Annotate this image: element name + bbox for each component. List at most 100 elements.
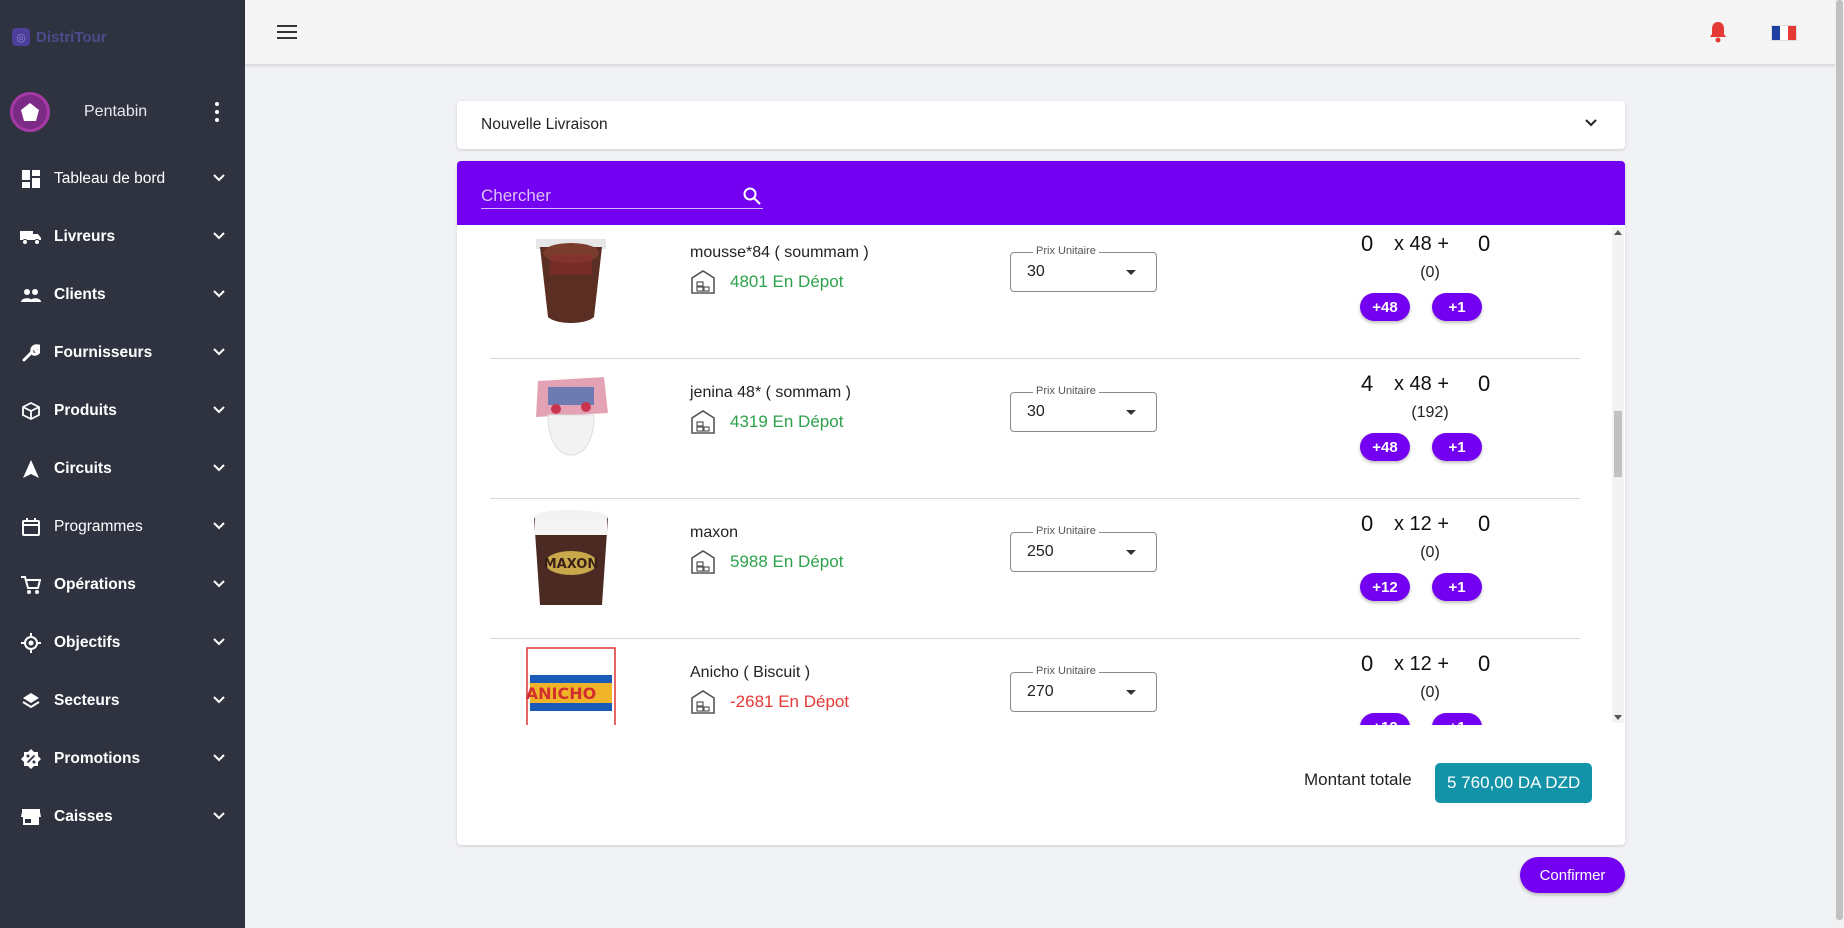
unit-price-select[interactable]: Prix Unitaire 30: [1010, 385, 1157, 432]
sidebar-item-label: Objectifs: [54, 634, 121, 651]
chevron-down-icon: [213, 290, 225, 298]
product-image: ANICHO: [526, 647, 616, 725]
people-icon: [20, 284, 42, 306]
packs-count[interactable]: 0: [1361, 511, 1373, 537]
units-count[interactable]: 0: [1478, 511, 1490, 537]
menu-icon[interactable]: [277, 25, 297, 39]
list-scrollbar[interactable]: [1612, 227, 1624, 723]
price-label: Prix Unitaire: [1033, 245, 1099, 257]
price-value: 270: [1027, 683, 1054, 700]
unit-price-select[interactable]: Prix Unitaire 30: [1010, 245, 1157, 292]
confirm-button[interactable]: Confirmer: [1520, 857, 1625, 893]
sidebar-item-tableau-de-bord[interactable]: Tableau de bord: [0, 150, 245, 208]
chevron-down-icon: [213, 638, 225, 646]
product-image: [536, 239, 606, 323]
units-count[interactable]: 0: [1478, 231, 1490, 257]
product-image: MAXON: [534, 510, 608, 605]
sidebar-item-secteurs[interactable]: Secteurs: [0, 672, 245, 730]
search-bar: [457, 161, 1625, 225]
chevron-down-icon: [213, 812, 225, 820]
sidebar-item-livreurs[interactable]: Livreurs: [0, 208, 245, 266]
search-icon[interactable]: [743, 187, 761, 205]
quantity-total: (0): [1420, 264, 1440, 281]
total-amount-label: Montant totale: [1304, 770, 1412, 789]
sidebar-item-operations[interactable]: Opérations: [0, 556, 245, 614]
add-pack-button[interactable]: +12: [1360, 713, 1410, 725]
quantity-control: 0 x 12 + 0 (0) +12 +1: [1340, 651, 1500, 725]
add-unit-button[interactable]: +1: [1432, 573, 1482, 601]
user-profile: Pentabin: [10, 92, 235, 132]
units-count[interactable]: 0: [1478, 371, 1490, 397]
unit-price-select[interactable]: Prix Unitaire 270: [1010, 665, 1157, 712]
quantity-total: (0): [1420, 684, 1440, 701]
sidebar-item-label: Fournisseurs: [54, 344, 153, 361]
stock-value: 4319 En Dépot: [730, 412, 844, 431]
avatar[interactable]: [10, 92, 50, 132]
search-field: [481, 185, 763, 209]
calendar-icon: [20, 516, 42, 538]
price-label: Prix Unitaire: [1033, 525, 1099, 537]
unit-price-select[interactable]: Prix Unitaire 250: [1010, 525, 1157, 572]
target-icon: [20, 632, 42, 654]
packs-count[interactable]: 4: [1361, 371, 1373, 397]
stock-info: 5988 En Dépot: [690, 549, 843, 575]
page-scrollbar[interactable]: [1835, 0, 1844, 928]
product-name: maxon: [690, 524, 739, 541]
stock-info: -2681 En Dépot: [690, 689, 849, 715]
packs-count[interactable]: 0: [1361, 231, 1373, 257]
sidebar-item-fournisseurs[interactable]: Fournisseurs: [0, 324, 245, 382]
add-pack-button[interactable]: +48: [1360, 293, 1410, 321]
page-scrollbar-thumb[interactable]: [1836, 0, 1843, 920]
warehouse-icon: [691, 410, 715, 434]
quantity-control: 0 x 12 + 0 (0) +12 +1: [1340, 511, 1500, 611]
chevron-down-icon: [213, 464, 225, 472]
sidebar-item-produits[interactable]: Produits: [0, 382, 245, 440]
add-unit-button[interactable]: +1: [1432, 433, 1482, 461]
store-icon: [20, 806, 42, 828]
chevron-down-icon: [213, 348, 225, 356]
dropdown-arrow-icon: [1126, 270, 1136, 275]
pack-multiplier: x 12 +: [1394, 513, 1450, 535]
quantity-total: (0): [1420, 544, 1440, 561]
svg-text:MAXON: MAXON: [544, 557, 599, 572]
sidebar-item-promotions[interactable]: Promotions: [0, 730, 245, 788]
pentagon-icon: [21, 103, 39, 121]
sidebar-item-clients[interactable]: Clients: [0, 266, 245, 324]
sidebar: ◎ DistriTour Pentabin Tableau de bord Li…: [0, 0, 245, 928]
stock-value: 4801 En Dépot: [730, 272, 844, 291]
packs-count[interactable]: 0: [1361, 651, 1373, 677]
sidebar-item-label: Opérations: [54, 576, 136, 593]
accordion-title: Nouvelle Livraison: [481, 116, 608, 133]
chevron-down-icon: [213, 696, 225, 704]
app-logo[interactable]: ◎ DistriTour: [12, 28, 107, 46]
add-pack-button[interactable]: +48: [1360, 433, 1410, 461]
products-panel: mousse*84 ( soummam ) 4801 En Dépot Prix…: [457, 161, 1625, 845]
discount-icon: [20, 748, 42, 770]
product-image: [536, 377, 608, 456]
wrench-icon: [20, 342, 42, 364]
sidebar-item-objectifs[interactable]: Objectifs: [0, 614, 245, 672]
sidebar-item-label: Produits: [54, 402, 117, 419]
new-delivery-accordion[interactable]: Nouvelle Livraison: [457, 101, 1625, 149]
svg-text:ANICHO: ANICHO: [526, 684, 596, 703]
more-vert-icon[interactable]: [215, 102, 219, 122]
sidebar-item-circuits[interactable]: Circuits: [0, 440, 245, 498]
scroll-up-arrow-icon[interactable]: [1614, 230, 1622, 235]
product-name: Anicho ( Biscuit ): [690, 664, 811, 681]
sidebar-item-label: Promotions: [54, 750, 141, 767]
quantity-control: 4 x 48 + 0 (192) +48 +1: [1340, 371, 1500, 471]
stock-info: 4801 En Dépot: [690, 269, 843, 295]
scrollbar-thumb[interactable]: [1614, 411, 1622, 477]
notification-bell-icon[interactable]: [1709, 21, 1727, 43]
add-unit-button[interactable]: +1: [1432, 713, 1482, 725]
units-count[interactable]: 0: [1478, 651, 1490, 677]
search-input[interactable]: [481, 185, 731, 207]
sidebar-item-programmes[interactable]: Programmes: [0, 498, 245, 556]
total-amount-badge: 5 760,00 DA DZD: [1435, 763, 1593, 803]
chevron-down-icon: [213, 580, 225, 588]
add-pack-button[interactable]: +12: [1360, 573, 1410, 601]
add-unit-button[interactable]: +1: [1432, 293, 1482, 321]
scroll-down-arrow-icon[interactable]: [1614, 715, 1622, 720]
language-flag-icon[interactable]: [1771, 25, 1797, 41]
sidebar-item-caisses[interactable]: Caisses: [0, 788, 245, 846]
